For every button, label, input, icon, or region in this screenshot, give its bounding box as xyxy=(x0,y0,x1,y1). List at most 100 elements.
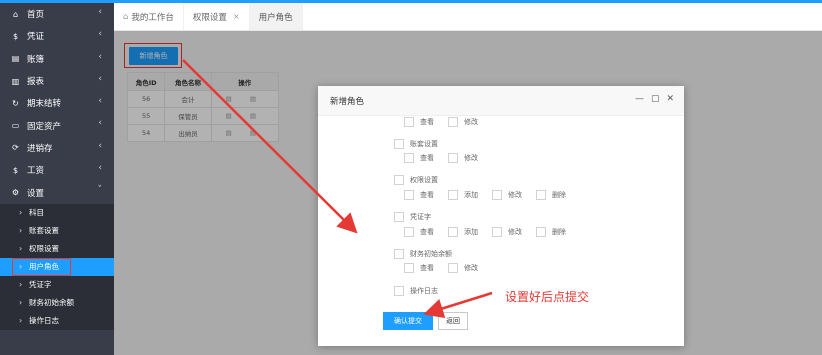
sidebar-item-settings[interactable]: ⚙ 设置 ˅ xyxy=(0,181,114,203)
sidebar-item-voucher[interactable]: $ 凭证 ‹ xyxy=(0,25,114,47)
tab-user-roles[interactable]: 用户角色 xyxy=(249,3,303,30)
dollar-icon: $ xyxy=(12,31,19,41)
sidebar-item-ledger[interactable]: ▤ 账簿 ‹ xyxy=(0,48,114,70)
sidebar-item-label: 设置 xyxy=(27,188,45,199)
dialog-header: 新增角色 xyxy=(318,86,684,116)
chevron-left-icon: ‹ xyxy=(98,163,102,174)
chevron-left-icon: ‹ xyxy=(98,140,102,151)
permission-checkbox[interactable]: 修改 xyxy=(448,263,478,273)
chevron-left-icon: ‹ xyxy=(98,118,102,129)
settings-submenu: › 科目 › 账套设置 › 权限设置 › 用户角色 › 凭证字 › 财务初始余额… xyxy=(0,203,114,330)
chevron-right-icon: › xyxy=(19,244,23,254)
chevron-right-icon: › xyxy=(19,226,23,236)
permission-actions-row: 查看 添加 修改 删除 xyxy=(404,227,580,237)
chevron-right-icon: › xyxy=(19,280,23,290)
back-button[interactable]: 返回 xyxy=(438,312,468,330)
report-icon: ▥ xyxy=(11,76,20,86)
permission-checkbox[interactable]: 添加 xyxy=(448,190,478,200)
submenu-item-label: 账套设置 xyxy=(29,226,59,236)
permission-checkbox[interactable]: 修改 xyxy=(492,227,522,237)
permission-group-checkbox[interactable]: 财务初始余额 xyxy=(394,249,452,259)
permission-checkbox[interactable]: 添加 xyxy=(448,227,478,237)
chevron-right-icon: › xyxy=(19,298,23,308)
permission-checkbox[interactable]: 修改 xyxy=(492,190,522,200)
submenu-item-voucher-word[interactable]: › 凭证字 xyxy=(0,276,114,294)
tab-label: 权限设置 xyxy=(192,12,227,23)
inventory-icon: ⟳ xyxy=(12,143,19,153)
chevron-left-icon: ‹ xyxy=(98,7,102,17)
sidebar-item-fixed-assets[interactable]: ▭ 固定资产 ‹ xyxy=(0,114,114,136)
sidebar-item-label: 期末结转 xyxy=(27,99,62,110)
home-icon: ⌂ xyxy=(123,11,129,22)
add-role-dialog: 新增角色 — ▢ ✕ 查看 修改 账套设置 查看 修改 权限设置 查看 添加 修… xyxy=(318,86,684,346)
permission-checkbox[interactable]: 查看 xyxy=(404,263,434,273)
submenu-item-initial-balance[interactable]: › 财务初始余额 xyxy=(0,294,114,312)
chevron-right-icon: › xyxy=(19,208,23,218)
sidebar-item-label: 凭证 xyxy=(27,32,45,43)
permission-checkbox[interactable]: 删除 xyxy=(536,190,566,200)
chevron-right-icon: › xyxy=(19,316,23,326)
settings-icon: ⚙ xyxy=(11,188,20,198)
chevron-left-icon: ‹ xyxy=(98,73,102,84)
submenu-item-account-settings[interactable]: › 账套设置 xyxy=(0,222,114,240)
permission-actions-row: 查看 修改 xyxy=(404,153,492,163)
maximize-icon[interactable]: ▢ xyxy=(651,94,660,104)
permission-checkbox[interactable]: 删除 xyxy=(536,227,566,237)
dialog-controls: — ▢ ✕ xyxy=(635,94,674,104)
sidebar-item-inventory[interactable]: ⟳ 进销存 ‹ xyxy=(0,137,114,159)
submenu-item-subjects[interactable]: › 科目 xyxy=(0,204,114,222)
sidebar-item-salary[interactable]: $ 工资 ‹ xyxy=(0,159,114,181)
submenu-item-label: 权限设置 xyxy=(29,244,59,254)
sidebar-item-period-end[interactable]: ↻ 期末结转 ‹ xyxy=(0,92,114,114)
permission-checkbox[interactable]: 修改 xyxy=(448,153,478,163)
sidebar-item-label: 固定资产 xyxy=(27,121,62,132)
ledger-icon: ▤ xyxy=(11,54,20,64)
highlight-box xyxy=(12,257,71,276)
permission-actions-row: 查看 添加 修改 删除 xyxy=(404,190,580,200)
close-icon[interactable]: ✕ xyxy=(666,94,674,104)
tab-label: 我的工作台 xyxy=(131,12,174,23)
sidebar: ⌂ 首页 ‹ $ 凭证 ‹ ▤ 账簿 ‹ ▥ 报表 ‹ ↻ 期末结转 ‹ ▭ 固… xyxy=(0,3,114,355)
permission-checkbox[interactable]: 查看 xyxy=(404,153,434,163)
tab-workbench[interactable]: ⌂ 我的工作台 xyxy=(114,3,184,30)
submenu-item-label: 操作日志 xyxy=(29,316,59,326)
minimize-icon[interactable]: — xyxy=(635,94,644,104)
submenu-item-user-roles[interactable]: › 用户角色 xyxy=(0,257,114,276)
submenu-item-permission-settings[interactable]: › 权限设置 xyxy=(0,240,114,258)
annotation-text: 设置好后点提交 xyxy=(505,290,590,304)
sidebar-item-label: 进销存 xyxy=(27,143,53,154)
salary-icon: $ xyxy=(12,165,19,175)
submenu-item-label: 凭证字 xyxy=(29,280,52,290)
submenu-item-label: 财务初始余额 xyxy=(29,298,74,308)
sidebar-item-label: 首页 xyxy=(27,10,45,21)
permission-group-checkbox[interactable]: 权限设置 xyxy=(394,175,438,185)
sidebar-item-home[interactable]: ⌂ 首页 ‹ xyxy=(0,3,114,25)
permission-checkbox[interactable]: 修改 xyxy=(448,117,478,127)
sidebar-item-label: 工资 xyxy=(27,166,45,177)
tab-permission-settings[interactable]: 权限设置 × xyxy=(184,3,250,30)
permission-group-checkbox[interactable]: 操作日志 xyxy=(394,286,438,296)
permission-group-checkbox[interactable]: 凭证字 xyxy=(394,212,431,222)
tab-bar: ⌂ 我的工作台 权限设置 × 用户角色 xyxy=(114,3,822,31)
home-icon: ⌂ xyxy=(12,9,19,19)
close-icon[interactable]: × xyxy=(233,12,240,21)
permission-checkbox[interactable]: 查看 xyxy=(404,117,434,127)
chevron-left-icon: ‹ xyxy=(98,96,102,107)
permission-actions-row: 查看 修改 xyxy=(404,263,492,273)
permission-checkbox[interactable]: 查看 xyxy=(404,190,434,200)
chevron-left-icon: ‹ xyxy=(98,29,102,40)
sidebar-item-label: 账簿 xyxy=(27,54,45,65)
permission-actions-row: 查看 修改 xyxy=(404,117,492,127)
submit-button[interactable]: 确认提交 xyxy=(383,312,433,330)
dialog-title: 新增角色 xyxy=(330,96,365,107)
monitor-icon: ▭ xyxy=(11,121,20,131)
submenu-item-label: 科目 xyxy=(29,208,44,218)
period-end-icon: ↻ xyxy=(12,98,19,108)
permission-checkbox[interactable]: 查看 xyxy=(404,227,434,237)
chevron-left-icon: ‹ xyxy=(98,51,102,62)
chevron-down-icon: ˅ xyxy=(97,185,103,196)
permission-group-checkbox[interactable]: 账套设置 xyxy=(394,139,438,149)
sidebar-item-label: 报表 xyxy=(27,77,45,88)
submenu-item-operation-log[interactable]: › 操作日志 xyxy=(0,312,114,330)
sidebar-item-report[interactable]: ▥ 报表 ‹ xyxy=(0,70,114,92)
